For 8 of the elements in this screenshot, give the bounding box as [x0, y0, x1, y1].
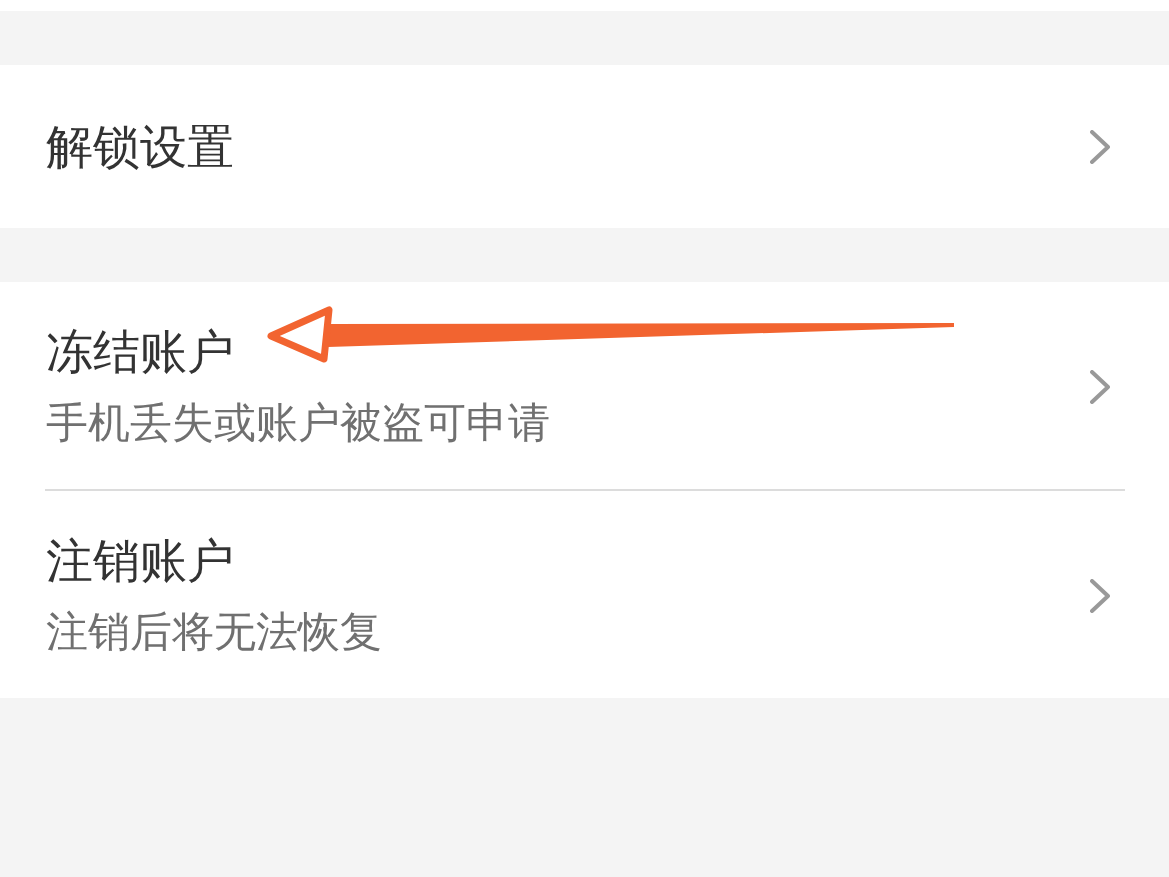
item-title: 冻结账户: [46, 323, 234, 381]
chevron-right-icon[interactable]: [1090, 578, 1110, 613]
chevron-right-icon[interactable]: [1090, 129, 1110, 164]
item-subtitle: 注销后将无法恢复: [46, 606, 382, 658]
item-subtitle: 手机丢失或账户被盗可申请: [46, 397, 550, 449]
chevron-right-icon[interactable]: [1090, 369, 1110, 404]
item-title: 注销账户: [46, 532, 234, 590]
item-title: 解锁设置: [46, 117, 234, 176]
